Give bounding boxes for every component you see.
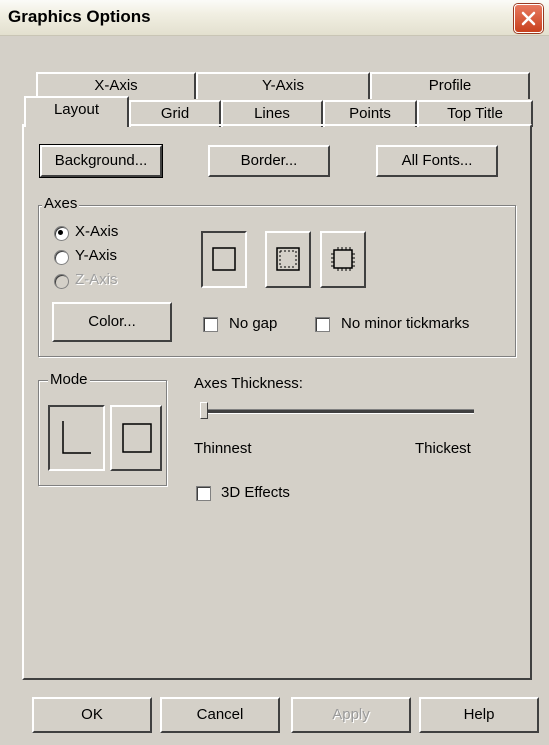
title-bar[interactable]: Graphics Options (0, 0, 549, 36)
border-button[interactable]: Border... (208, 145, 330, 177)
button-label: All Fonts... (401, 152, 473, 169)
tab-label: X-Axis (94, 77, 138, 94)
axes-thickness-label: Axes Thickness: (194, 375, 303, 392)
axes-box-icon (212, 247, 236, 271)
boxed-axes-icon (122, 423, 152, 453)
button-label: Cancel (196, 706, 244, 723)
tab-top-title[interactable]: Top Title (417, 100, 533, 127)
axes-style-plain-button[interactable] (201, 231, 247, 288)
no-minor-tickmarks-label: No minor tickmarks (341, 315, 470, 332)
tab-label: Y-Axis (262, 77, 304, 94)
tab-label: Top Title (447, 105, 503, 122)
no-gap-label: No gap (229, 315, 278, 332)
no-minor-tickmarks-checkbox[interactable] (315, 317, 330, 332)
axes-inner-ticks-icon (276, 247, 300, 271)
close-button[interactable] (514, 4, 543, 33)
mode-boxed-axes-button[interactable] (110, 405, 162, 471)
axes-group-label: Axes (42, 195, 80, 212)
ok-button[interactable]: OK (32, 697, 152, 733)
tab-label: Profile (428, 77, 472, 94)
mode-group-label: Mode (48, 371, 90, 388)
mode-open-axes-button[interactable] (48, 405, 105, 471)
tab-label: Lines (254, 105, 290, 122)
close-icon (521, 11, 536, 26)
window-title: Graphics Options (8, 7, 151, 26)
tab-label: Layout (53, 101, 100, 118)
y-axis-radio-label: Y-Axis (75, 247, 117, 264)
button-label: Border... (240, 152, 298, 169)
tab-label: Grid (160, 105, 190, 122)
tab-lines[interactable]: Lines (221, 100, 323, 127)
3d-effects-label: 3D Effects (221, 484, 290, 501)
button-label: Color... (88, 313, 136, 330)
axes-style-inner-ticks-button[interactable] (265, 231, 311, 288)
3d-effects-checkbox[interactable] (196, 486, 211, 501)
tab-profile[interactable]: Profile (370, 72, 530, 99)
tab-x-axis[interactable]: X-Axis (36, 72, 196, 99)
background-button[interactable]: Background... (39, 144, 163, 178)
graphics-options-dialog: Graphics Options X-Axis Y-Axis Profile L… (0, 0, 549, 745)
x-axis-radio-label: X-Axis (75, 223, 119, 240)
tab-grid[interactable]: Grid (129, 100, 221, 127)
tab-y-axis[interactable]: Y-Axis (196, 72, 370, 99)
button-label: OK (81, 706, 103, 723)
tab-points[interactable]: Points (323, 100, 417, 127)
button-label: Apply (332, 706, 370, 723)
thinnest-label: Thinnest (194, 440, 252, 457)
no-gap-checkbox[interactable] (203, 317, 218, 332)
tab-label: Points (349, 105, 391, 122)
button-label: Background... (54, 152, 148, 169)
x-axis-radio[interactable] (54, 226, 69, 241)
all-fonts-button[interactable]: All Fonts... (376, 145, 498, 177)
apply-button: Apply (291, 697, 411, 733)
z-axis-radio (54, 274, 69, 289)
axes-style-outer-ticks-button[interactable] (320, 231, 366, 288)
tab-layout[interactable]: Layout (24, 96, 129, 127)
axes-outer-ticks-icon (331, 247, 355, 271)
y-axis-radio[interactable] (54, 250, 69, 265)
z-axis-radio-label: Z-Axis (75, 271, 118, 288)
help-button[interactable]: Help (419, 697, 539, 733)
thickest-label: Thickest (415, 440, 471, 457)
axes-thickness-slider-thumb[interactable] (200, 402, 208, 419)
axes-thickness-slider-track[interactable] (204, 409, 474, 414)
l-shaped-axes-icon (62, 421, 91, 454)
cancel-button[interactable]: Cancel (160, 697, 280, 733)
color-button[interactable]: Color... (52, 302, 172, 342)
button-label: Help (463, 706, 495, 723)
